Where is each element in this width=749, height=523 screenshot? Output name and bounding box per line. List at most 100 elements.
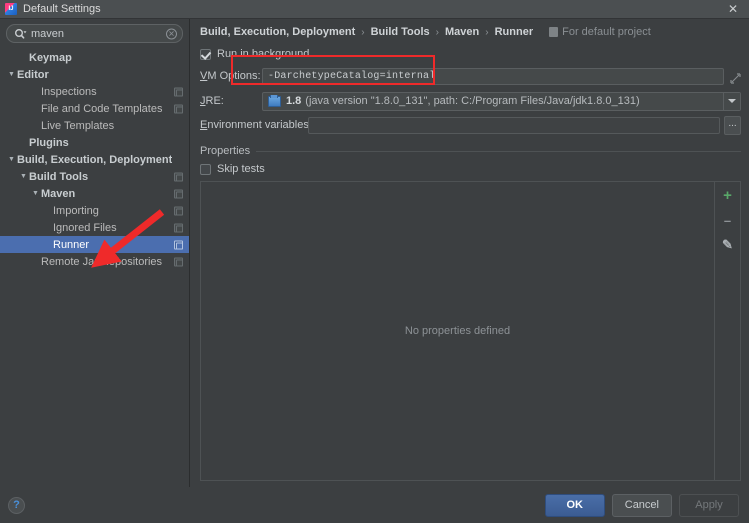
sidebar-item-label: Maven bbox=[41, 187, 76, 200]
environment-variables-label: Environment variables: bbox=[200, 119, 312, 131]
chevron-down-icon[interactable]: ▼ bbox=[18, 168, 29, 185]
skip-tests-row: Skip tests bbox=[200, 160, 741, 178]
sidebar-item-remote-jar-repositories[interactable]: Remote Jar Repositories bbox=[0, 253, 189, 270]
breadcrumb-item[interactable]: Build, Execution, Deployment bbox=[200, 26, 355, 38]
run-in-background-label: Run in background bbox=[217, 48, 310, 60]
intellij-idea-icon bbox=[5, 3, 17, 15]
search-container: maven ✕ bbox=[0, 19, 189, 47]
environment-variables-input[interactable] bbox=[308, 116, 720, 134]
breadcrumb-separator: › bbox=[361, 26, 365, 38]
environment-variables-row: Environment variables: ... bbox=[200, 113, 741, 137]
jre-description: (java version "1.8.0_131", path: C:/Prog… bbox=[305, 95, 640, 107]
search-icon bbox=[14, 28, 27, 40]
jre-combo[interactable]: 1.8 (java version "1.8.0_131", path: C:/… bbox=[262, 91, 741, 111]
run-in-background-row: Run in background bbox=[200, 45, 741, 63]
sidebar-item-label: Remote Jar Repositories bbox=[41, 255, 163, 268]
sidebar-item-label: Ignored Files bbox=[53, 221, 117, 234]
clear-search-icon[interactable]: ✕ bbox=[166, 28, 177, 39]
sidebar-item-label: Keymap bbox=[29, 51, 72, 64]
skip-tests-label: Skip tests bbox=[217, 163, 265, 175]
dialog-body: maven ✕ Keymap ▼ Editor Inspections File and… bbox=[0, 19, 749, 487]
dialog-footer: ? OK Cancel Apply bbox=[0, 487, 749, 523]
window-title: Default Settings bbox=[23, 3, 101, 15]
run-in-background-checkbox[interactable] bbox=[200, 48, 211, 60]
sidebar-item-build-execution-deployment[interactable]: ▼ Build, Execution, Deployment bbox=[0, 151, 189, 168]
copy-settings-icon[interactable] bbox=[174, 172, 183, 181]
chevron-down-icon[interactable]: ▼ bbox=[6, 151, 17, 168]
remove-property-button[interactable]: – bbox=[720, 212, 736, 228]
sidebar-item-label: Live Templates bbox=[41, 119, 115, 132]
help-button[interactable]: ? bbox=[8, 496, 25, 514]
sidebar-item-label: Plugins bbox=[29, 136, 69, 149]
copy-settings-icon[interactable] bbox=[174, 257, 183, 266]
properties-group-title: Properties bbox=[200, 145, 251, 157]
sidebar-item-keymap[interactable]: Keymap bbox=[0, 49, 189, 66]
sidebar-item-plugins[interactable]: Plugins bbox=[0, 134, 189, 151]
browse-environment-variables-button[interactable]: ... bbox=[724, 115, 741, 135]
sidebar-item-file-and-code-templates[interactable]: File and Code Templates bbox=[0, 100, 189, 117]
sidebar-item-label: Runner bbox=[53, 238, 90, 251]
project-icon bbox=[549, 27, 559, 37]
jre-row: JRE: 1.8 (java version "1.8.0_131", path… bbox=[200, 89, 741, 113]
sidebar-item-editor[interactable]: ▼ Editor bbox=[0, 66, 189, 83]
sidebar-item-build-tools[interactable]: ▼ Build Tools bbox=[0, 168, 189, 185]
breadcrumb-separator: › bbox=[485, 26, 489, 38]
settings-content: Build, Execution, Deployment › Build Tools… bbox=[190, 19, 749, 487]
properties-toolbar: + – ✎ bbox=[715, 181, 741, 481]
properties-group-header: Properties bbox=[200, 145, 741, 157]
add-property-button[interactable]: + bbox=[720, 187, 736, 204]
properties-table[interactable]: No properties defined bbox=[200, 181, 715, 481]
close-icon[interactable]: ✕ bbox=[721, 1, 745, 18]
sidebar-item-inspections[interactable]: Inspections bbox=[0, 83, 189, 100]
jdk-icon bbox=[268, 95, 281, 107]
jre-version: 1.8 bbox=[286, 95, 302, 107]
breadcrumb: Build, Execution, Deployment › Build Tools… bbox=[190, 19, 749, 45]
sidebar-item-ignored-files[interactable]: Ignored Files bbox=[0, 219, 189, 236]
chevron-down-icon[interactable] bbox=[723, 92, 740, 110]
settings-tree: Keymap ▼ Editor Inspections File and Code Te… bbox=[0, 47, 189, 487]
ok-button[interactable]: OK bbox=[544, 493, 605, 517]
breadcrumb-scope: For default project bbox=[549, 26, 651, 38]
vm-options-label: VM Options: bbox=[200, 70, 261, 82]
properties-empty-text: No properties defined bbox=[404, 325, 511, 337]
runner-settings-form: Run in background VM Options: -Darchetyp… bbox=[190, 45, 749, 487]
settings-sidebar: maven ✕ Keymap ▼ Editor Inspections File and… bbox=[0, 19, 190, 487]
copy-settings-icon[interactable] bbox=[174, 189, 183, 198]
breadcrumb-item[interactable]: Build Tools bbox=[371, 26, 430, 38]
sidebar-item-label: Inspections bbox=[41, 85, 97, 98]
breadcrumb-scope-label: For default project bbox=[562, 26, 651, 38]
sidebar-item-label: Build, Execution, Deployment bbox=[17, 153, 173, 166]
breadcrumb-item[interactable]: Runner bbox=[495, 26, 534, 38]
skip-tests-checkbox[interactable] bbox=[200, 163, 211, 175]
sidebar-item-runner[interactable]: Runner bbox=[0, 236, 189, 253]
vm-options-row: VM Options: -DarchetypeCatalog=internal bbox=[200, 55, 741, 89]
expand-icon[interactable] bbox=[730, 71, 741, 84]
apply-button: Apply bbox=[679, 493, 739, 517]
title-bar: Default Settings ✕ bbox=[0, 0, 749, 19]
edit-property-button[interactable]: ✎ bbox=[720, 237, 736, 253]
jre-label: JRE: bbox=[200, 95, 224, 107]
search-box[interactable]: maven ✕ bbox=[6, 24, 183, 43]
sidebar-item-label: Build Tools bbox=[29, 170, 89, 183]
breadcrumb-item[interactable]: Maven bbox=[445, 26, 479, 38]
properties-section: No properties defined + – ✎ bbox=[200, 181, 741, 481]
properties-group-divider bbox=[256, 150, 741, 152]
sidebar-item-live-templates[interactable]: Live Templates bbox=[0, 117, 189, 134]
sidebar-item-label: Importing bbox=[53, 204, 99, 217]
jre-combo-content: 1.8 (java version "1.8.0_131", path: C:/… bbox=[263, 95, 723, 107]
sidebar-item-label: File and Code Templates bbox=[41, 102, 163, 115]
copy-settings-icon[interactable] bbox=[174, 87, 183, 96]
copy-settings-icon[interactable] bbox=[174, 104, 183, 113]
cancel-button[interactable]: Cancel bbox=[611, 493, 672, 517]
copy-settings-icon[interactable] bbox=[174, 206, 183, 215]
vm-options-input[interactable]: -DarchetypeCatalog=internal bbox=[262, 67, 724, 85]
sidebar-item-importing[interactable]: Importing bbox=[0, 202, 189, 219]
search-input[interactable]: maven bbox=[31, 28, 162, 40]
copy-settings-icon[interactable] bbox=[174, 223, 183, 232]
chevron-down-icon[interactable]: ▼ bbox=[30, 185, 41, 202]
breadcrumb-separator: › bbox=[435, 26, 440, 38]
chevron-down-icon[interactable]: ▼ bbox=[6, 66, 17, 83]
sidebar-item-maven[interactable]: ▼ Maven bbox=[0, 185, 189, 202]
sidebar-item-label: Editor bbox=[17, 68, 49, 81]
copy-settings-icon[interactable] bbox=[174, 240, 183, 249]
